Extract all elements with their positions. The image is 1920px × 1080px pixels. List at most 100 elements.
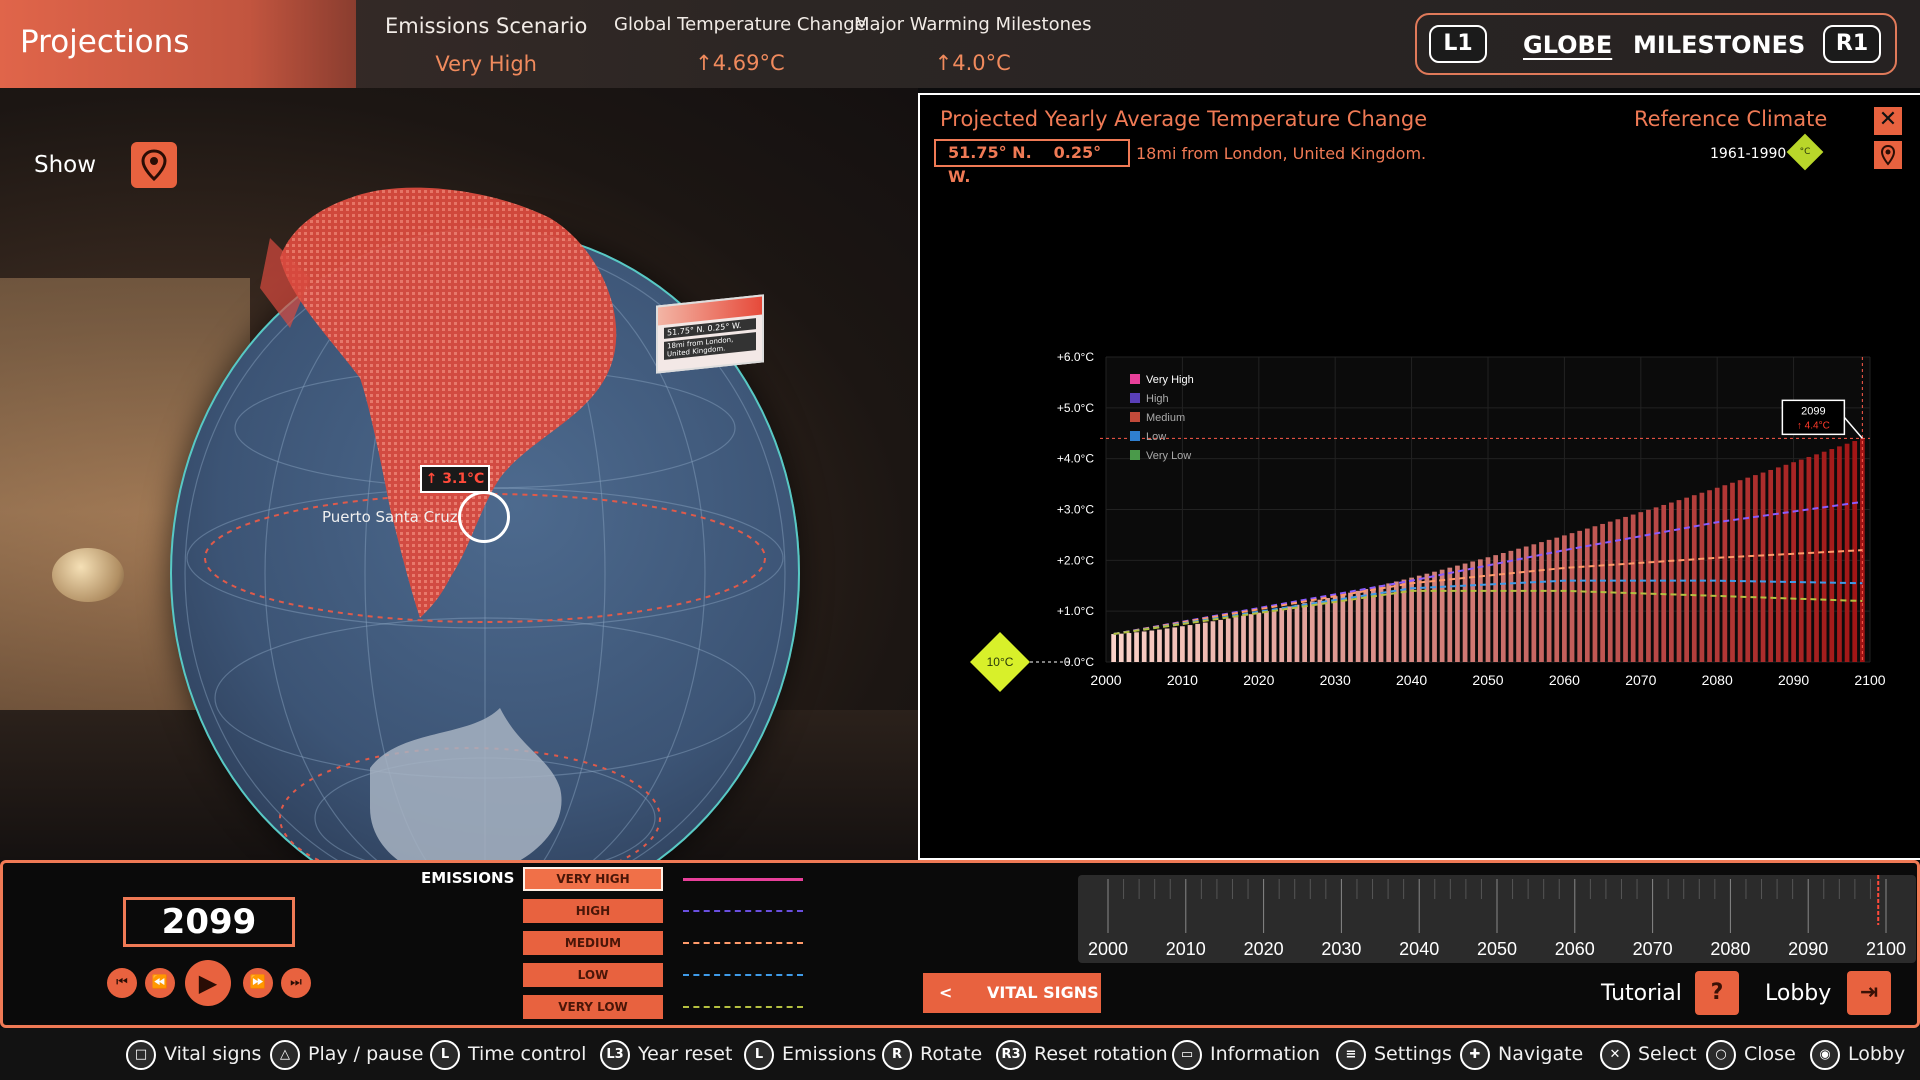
data-bar	[1118, 633, 1124, 662]
data-bar	[1195, 623, 1201, 662]
fast-forward-icon[interactable]: ⏩	[243, 968, 273, 998]
help-icon[interactable]: ?	[1695, 971, 1739, 1015]
hint-label: Time control	[468, 1043, 587, 1065]
x-tick-label: 2040	[1396, 672, 1427, 688]
skip-to-start-icon[interactable]: ⏮	[107, 968, 137, 998]
data-bar	[1248, 614, 1254, 662]
high-line-swatch	[683, 910, 803, 912]
top-bar: Projections Emissions Scenario Very High…	[0, 0, 1920, 88]
data-bar	[1554, 537, 1560, 662]
emissions-high-button[interactable]: HIGH	[523, 899, 663, 923]
emissions-scenario-label: Emissions Scenario	[385, 14, 588, 38]
location-cursor-ring[interactable]	[458, 491, 510, 543]
timeline-scrubber[interactable]: 2000 2010 2020 2030 2040 2050 2060 2070 2080 2090…	[1078, 875, 1916, 963]
legend-swatch	[1130, 450, 1140, 460]
data-bar	[1264, 611, 1269, 662]
emissions-very-high-button[interactable]: VERY HIGH	[523, 867, 663, 891]
emissions-very-low-button[interactable]: VERY LOW	[523, 995, 663, 1019]
left-stick-icon: L	[430, 1039, 460, 1070]
y-tick-label: +2.0°C	[1057, 553, 1094, 567]
data-bar	[1302, 603, 1308, 662]
play-icon[interactable]: ▶	[185, 960, 231, 1006]
timeline-label: 2020	[1244, 939, 1284, 959]
y-tick-label: +1.0°C	[1057, 604, 1094, 618]
hint-label: Play / pause	[308, 1043, 424, 1065]
very-high-line-swatch	[683, 878, 803, 881]
data-bar	[1340, 594, 1346, 662]
location-temp-tag: ↑ 3.1°C	[420, 465, 490, 493]
legend-swatch	[1130, 431, 1140, 441]
x-tick-label: 2020	[1243, 672, 1274, 688]
south-america-data-spikes	[260, 187, 617, 618]
hint-label: Navigate	[1498, 1043, 1584, 1065]
r1-bumper-button[interactable]: R1	[1823, 25, 1881, 63]
tab-milestones[interactable]: MILESTONES	[1633, 31, 1805, 59]
show-toggle[interactable]: Show	[34, 142, 178, 188]
data-bar	[1661, 504, 1667, 662]
x-tick-label: 2090	[1778, 672, 1809, 688]
timeline-label: 2090	[1788, 939, 1828, 959]
hint-emissions: L Emissions	[744, 1038, 876, 1070]
data-bar	[1821, 451, 1827, 662]
location-pin-icon[interactable]	[1874, 141, 1902, 169]
data-bar	[1500, 553, 1506, 662]
x-tick-label: 2060	[1549, 672, 1580, 688]
data-bar	[1271, 609, 1277, 662]
globe-scene[interactable]: Show ↑ 3.1°C Puerto Santa Cruz 51.75° N.…	[0, 88, 918, 860]
data-bar	[1233, 617, 1239, 662]
timeline-label: 2030	[1321, 939, 1361, 959]
emissions-low-button[interactable]: LOW	[523, 963, 663, 987]
legend-label: Low	[1146, 431, 1166, 443]
show-label: Show	[34, 152, 97, 178]
l1-bumper-button[interactable]: L1	[1429, 25, 1487, 63]
skip-to-end-icon[interactable]: ⏭	[281, 968, 311, 998]
latitude-value: 51.75° N.	[948, 143, 1032, 162]
dpad-icon: ✚	[1460, 1039, 1490, 1070]
data-bar	[1256, 612, 1262, 662]
emissions-label: EMISSIONS	[421, 869, 515, 887]
rewind-icon[interactable]: ⏪	[145, 968, 175, 998]
reference-climate-title: Reference Climate	[1634, 107, 1828, 131]
page-title: Projections	[0, 0, 356, 88]
data-bar	[1126, 633, 1132, 662]
data-bar	[1783, 464, 1789, 662]
tutorial-label: Tutorial	[1601, 981, 1682, 1006]
control-bar: 2099 ⏮ ⏪ ▶ ⏩ ⏭ EMISSIONS VERY HIGH HIGH …	[0, 860, 1920, 1028]
data-bar	[1241, 615, 1246, 662]
exit-icon[interactable]: ⇥	[1847, 971, 1891, 1015]
data-bar	[1309, 601, 1315, 662]
data-bar	[1592, 526, 1598, 662]
data-bar	[1714, 487, 1720, 662]
legend-label: Medium	[1146, 412, 1185, 424]
touchpad-icon: ▭	[1172, 1039, 1202, 1070]
close-icon[interactable]: ✕	[1874, 107, 1902, 135]
data-bar	[1218, 619, 1223, 662]
hint-reset-rotation: R3 Reset rotation	[996, 1038, 1168, 1070]
data-bar	[1844, 443, 1850, 662]
reference-climate-toggle[interactable]: °C	[1786, 133, 1824, 171]
data-bar	[1164, 628, 1170, 662]
emissions-medium-button[interactable]: MEDIUM	[523, 931, 663, 955]
y-tick-label: +5.0°C	[1057, 401, 1094, 415]
data-bar	[1279, 607, 1285, 662]
square-button-icon: □	[126, 1039, 156, 1070]
data-bar	[1386, 583, 1392, 662]
data-bar	[1202, 622, 1208, 662]
milestones-label: Major Warming Milestones	[854, 14, 1092, 35]
data-bar	[1355, 590, 1361, 662]
data-bar	[1577, 530, 1583, 662]
hint-label: Emissions	[782, 1043, 877, 1065]
data-bar	[1141, 631, 1147, 662]
data-bar	[1531, 544, 1537, 662]
tab-globe[interactable]: GLOBE	[1523, 31, 1612, 59]
circle-button-icon: ○	[1706, 1039, 1736, 1070]
hint-select: ✕ Select	[1600, 1038, 1697, 1070]
hint-label: Year reset	[638, 1043, 733, 1065]
hint-navigate: ✚ Navigate	[1460, 1038, 1583, 1070]
emissions-scenario-metric: Emissions Scenario Very High	[385, 14, 587, 76]
hint-rotate: R Rotate	[882, 1038, 982, 1070]
options-button-icon: ≡	[1336, 1039, 1366, 1070]
map-pin-icon[interactable]	[131, 142, 178, 188]
data-bar	[1569, 533, 1575, 662]
vital-signs-button[interactable]: < VITAL SIGNS	[923, 973, 1101, 1013]
